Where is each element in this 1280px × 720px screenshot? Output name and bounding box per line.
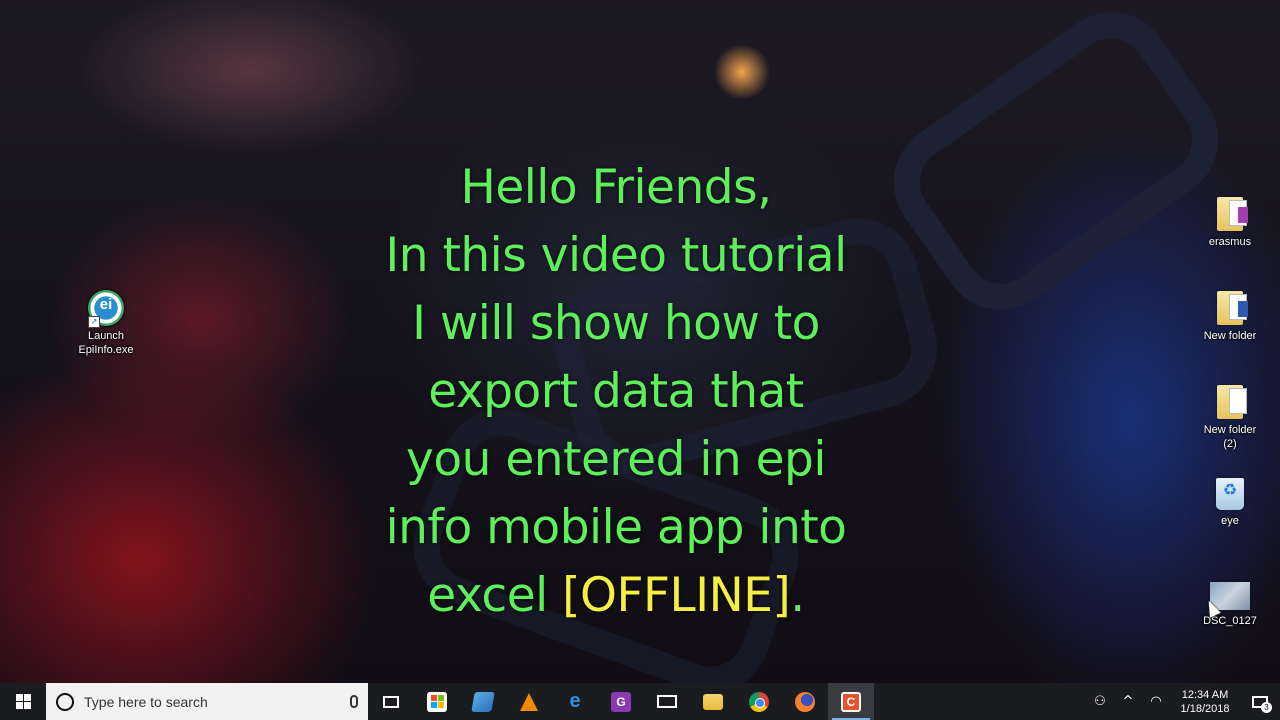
desktop-icon-new-folder-2[interactable]: New folder (2) [1195,385,1265,451]
caption-line: Hello Friends, [460,160,772,215]
store-icon [427,691,447,712]
camtasia-icon: C [841,691,861,712]
system-tray: ⚇ ^ ◠ 12:34 AM 1/18/2018 3 [1086,683,1280,720]
caption-line: you entered in epi [406,432,826,487]
task-view-icon [383,695,399,708]
desktop-icon-epiinfo[interactable]: ei ↗ Launch EpiInfo.exe [71,290,141,357]
wifi-icon[interactable]: ◠ [1142,694,1170,709]
taskbar-app-edge[interactable]: e [552,683,598,720]
desktop-icon-erasmus[interactable]: erasmus [1195,197,1265,249]
search-placeholder: Type here to search [84,693,208,710]
taskbar-app-store[interactable] [414,683,460,720]
caption-text: excel [427,568,563,623]
desktop-icon-label: New folder [1203,424,1257,436]
taskbar-clock[interactable]: 12:34 AM 1/18/2018 [1170,688,1240,716]
chrome-icon [749,691,769,712]
clock-time: 12:34 AM [1181,688,1229,701]
chevron-up-icon[interactable]: ^ [1114,694,1142,709]
epiinfo-icon: ei ↗ [88,290,124,328]
folder-icon [1217,385,1247,419]
caption-highlight: [OFFLINE] [562,568,791,623]
desktop-icon-eye[interactable]: ♻ eye [1195,478,1265,528]
video-caption: Hello Friends, In this video tutorial I … [296,154,936,630]
file-explorer-icon [703,693,723,710]
caption-line: I will show how to [412,296,820,351]
vlc-icon [520,692,538,711]
desktop-icon-label: (2) [1223,438,1237,450]
desktop-icon-label: eye [1221,515,1239,527]
taskbar-app-chrome[interactable] [736,683,782,720]
desktop-icon-label: New folder [1203,330,1257,342]
caption-line: export data that [428,364,804,419]
desktop-icon-label: Launch [87,330,125,342]
taskbar-app-file-explorer[interactable] [690,683,736,720]
action-center-button[interactable]: 3 [1240,683,1280,720]
task-view-button[interactable] [368,683,414,720]
desktop-icon-label: erasmus [1208,236,1252,248]
taskbar-search-box[interactable]: Type here to search [46,683,368,720]
taskbar-app-firefox[interactable] [782,683,828,720]
mail-icon [657,695,677,708]
caption-line: In this video tutorial [385,228,847,283]
caption-line: excel [OFFLINE]. [296,562,936,630]
caption-line: info mobile app into [385,500,847,555]
shortcut-arrow-icon: ↗ [88,316,100,328]
firefox-icon [795,691,815,712]
cortana-icon [56,692,74,711]
desktop-icon-label: DSC_0127 [1203,615,1257,627]
taskbar-app-camtasia[interactable]: C [828,683,874,720]
clock-date: 1/18/2018 [1180,702,1230,715]
taskbar-app-vmware[interactable] [460,683,506,720]
notification-count-badge: 3 [1261,702,1272,713]
start-button[interactable] [0,683,46,720]
pdf-editor-icon: G [611,691,631,712]
taskbar-app-mail[interactable] [644,683,690,720]
taskbar: Type here to search e G C ⚇ ^ ◠ 12:34 AM… [0,683,1280,720]
folder-icon [1217,197,1248,231]
vmware-icon [471,691,495,712]
windows-logo-icon [15,694,31,709]
recycle-bin-icon: ♻ [1216,478,1244,510]
caption-text: . [790,568,805,623]
microphone-icon[interactable] [350,695,358,708]
taskbar-app-pdf-editor[interactable]: G [598,683,644,720]
folder-icon [1217,291,1248,325]
people-icon[interactable]: ⚇ [1086,694,1114,709]
desktop-icon-new-folder[interactable]: New folder [1195,291,1265,343]
taskbar-app-vlc[interactable] [506,683,552,720]
desktop-icon-label: EpiInfo.exe [78,344,134,356]
edge-icon: e [569,690,581,712]
